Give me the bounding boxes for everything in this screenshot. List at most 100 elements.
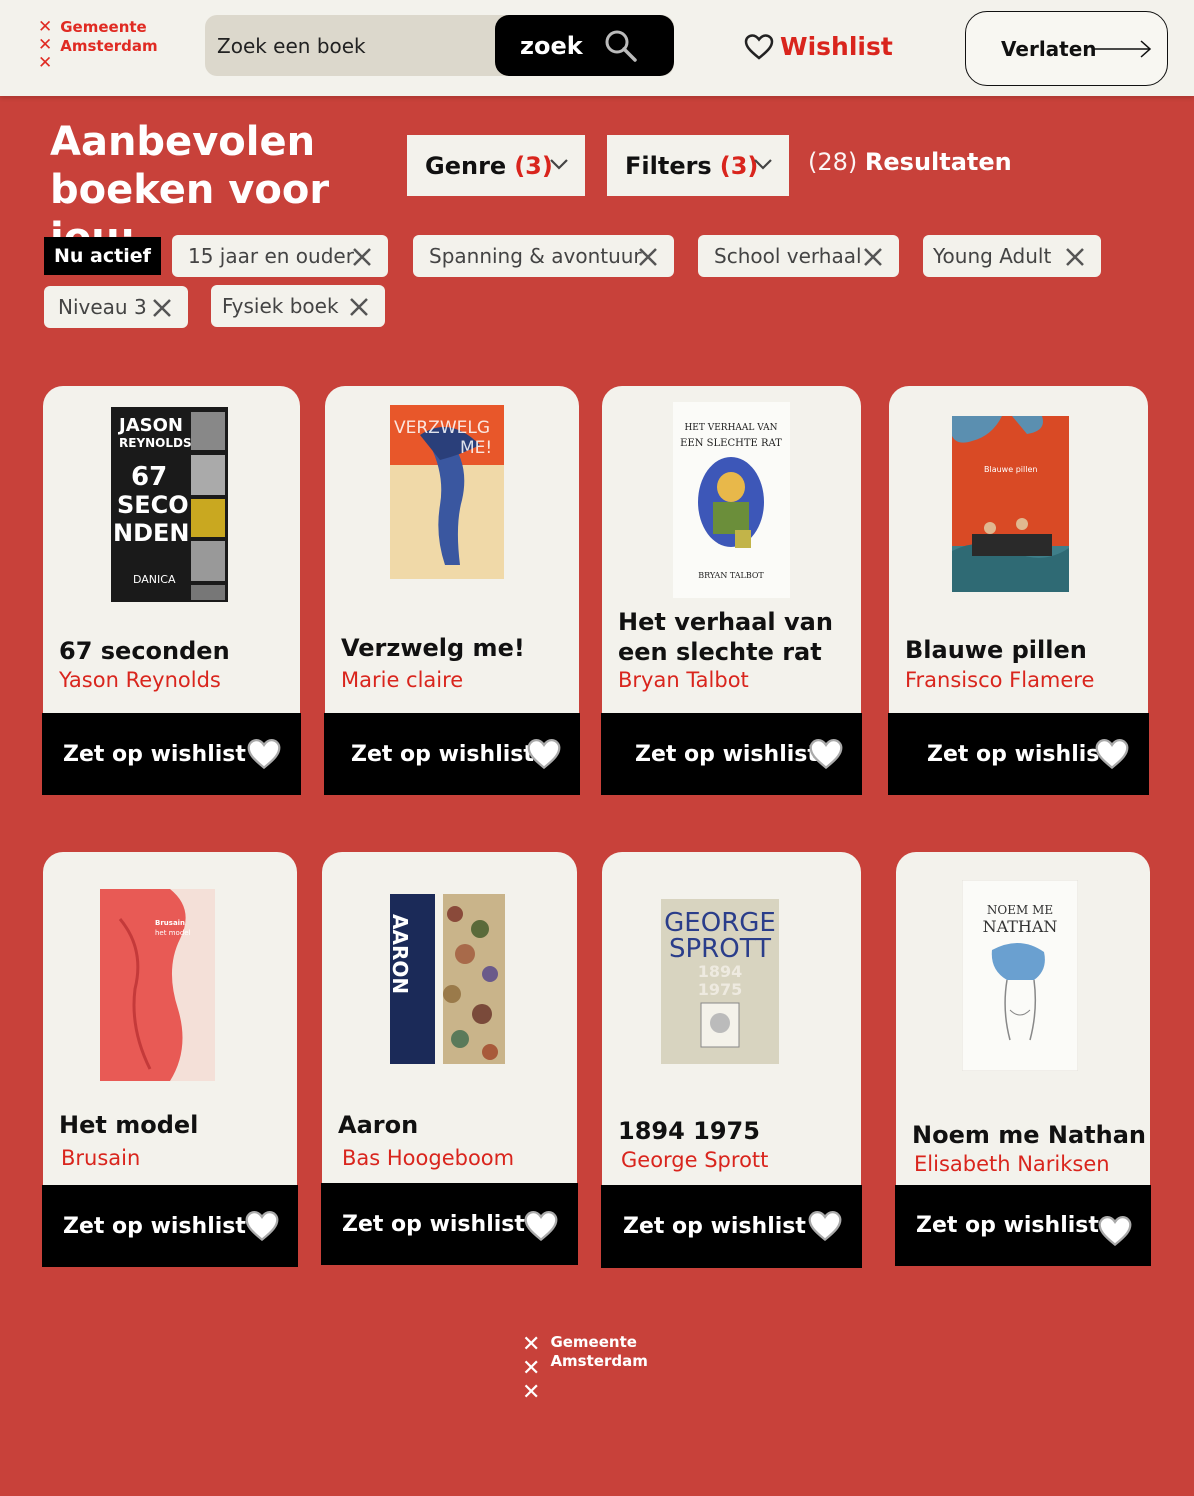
filter-chip[interactable]: School verhaal (698, 235, 899, 277)
gemeente-amsterdam-logo[interactable]: ✕ ✕ ✕ Gemeente Amsterdam (38, 18, 158, 72)
cover-text: JASON (117, 415, 183, 436)
cover-text: Brusain (155, 919, 185, 927)
book-author: Brusain (61, 1146, 141, 1170)
book-card[interactable]: Brusain het model Het model Brusain (43, 852, 297, 1185)
footer-logo-line1: Gemeente (550, 1333, 637, 1351)
results-number: (28) (808, 148, 858, 176)
book-cover-image: Blauwe pillen (952, 416, 1069, 592)
book-cover-image: Brusain het model (100, 889, 215, 1081)
search-button-label: zoek (520, 31, 583, 60)
book-author: Bas Hoogeboom (342, 1146, 515, 1170)
filter-chip[interactable]: 15 jaar en ouder (172, 235, 388, 277)
leave-button-label: Verlaten (1001, 36, 1097, 61)
header: ✕✕✕ Gemeente Amsterdam zoek Wishlist Ver… (0, 0, 1194, 96)
filter-chip[interactable]: Niveau 3 (44, 286, 188, 328)
close-icon[interactable] (349, 297, 369, 317)
book-card[interactable]: GEORGE SPROTT 1894 1975 1894 1975 George… (602, 852, 861, 1185)
close-icon[interactable] (863, 247, 883, 267)
genre-dropdown-label: Genre (425, 151, 507, 180)
cover-text: VERZWELG (394, 418, 490, 438)
book-cover-image: GEORGE SPROTT 1894 1975 (661, 899, 779, 1064)
book-author: Yason Reynolds (59, 668, 221, 692)
cover-text: het model (155, 929, 191, 937)
cover-text: SECO (117, 491, 189, 519)
cover-text: DANICA (133, 573, 176, 586)
genre-dropdown[interactable]: Genre (3) (407, 135, 585, 196)
book-title: 1894 1975 (618, 1117, 760, 1145)
book-cover-image: NOEM ME NATHAN (962, 880, 1078, 1071)
book-cover-image: VERZWELG ME! (390, 405, 504, 579)
cover-text: SPROTT (669, 934, 771, 964)
close-icon[interactable] (152, 298, 172, 318)
filters-dropdown-label: Filters (625, 151, 712, 180)
genre-count: (3) (514, 151, 553, 180)
book-card[interactable]: JASON REYNOLDS 67 SECO NDEN DANICA 67 se… (43, 386, 300, 713)
cover-text: 67 (131, 462, 167, 492)
book-title: 67 seconden (59, 637, 230, 665)
wishlist-link[interactable]: Wishlist (744, 32, 893, 61)
book-card[interactable]: HET VERHAAL VAN EEN SLECHTE RAT BRYAN TA… (602, 386, 861, 713)
book-card[interactable]: NOEM ME NATHAN Noem me Nathan Elisabeth … (896, 852, 1150, 1185)
footer-logo-line2: Amsterdam (550, 1352, 648, 1370)
chevron-down-icon (754, 159, 772, 170)
book-title: Noem me Nathan (912, 1121, 1146, 1149)
cover-text: HET VERHAAL VAN (684, 423, 777, 433)
add-to-wishlist-button[interactable]: Zet op wishlist (324, 713, 580, 795)
cover-text: ME! (460, 438, 492, 458)
filter-chip[interactable]: Young Adult (923, 235, 1101, 277)
heart-icon (247, 739, 281, 770)
leave-button[interactable]: Verlaten (965, 11, 1168, 86)
cover-text: BRYAN TALBOT (698, 571, 764, 580)
book-title: Blauwe pillen (905, 636, 1087, 664)
filters-dropdown[interactable]: Filters (3) (607, 135, 789, 196)
close-icon[interactable] (638, 247, 658, 267)
search-input[interactable] (217, 27, 487, 65)
heart-icon (808, 1211, 842, 1242)
heart-outline-icon (744, 33, 774, 60)
close-icon[interactable] (352, 247, 372, 267)
heart-icon (527, 739, 561, 770)
cover-text: NATHAN (983, 917, 1058, 936)
add-to-wishlist-button[interactable]: Zet op wishlist (42, 713, 301, 795)
add-to-wishlist-button[interactable]: Zet op wishlist (42, 1185, 298, 1267)
heart-icon (245, 1211, 279, 1242)
filter-chip[interactable]: Fysiek boek (211, 285, 385, 327)
cover-text: 1894 (698, 962, 743, 981)
cover-text: 1975 (698, 980, 743, 999)
results-count: (28) Resultaten (808, 148, 1012, 176)
search-icon (605, 30, 637, 62)
book-title: Het verhaal van een slechte rat (618, 608, 833, 666)
add-to-wishlist-button[interactable]: Zet op wishlist (601, 1185, 862, 1268)
active-filters-label: Nu actief (44, 237, 161, 275)
wishlist-label: Wishlist (780, 32, 893, 61)
book-card[interactable]: Blauwe pillen Blauwe pillen Fransisco Fl… (889, 386, 1148, 713)
book-card[interactable]: AARON Aaron Bas Hoogeboom (322, 852, 577, 1183)
add-to-wishlist-button[interactable]: Zet op wishlist (321, 1183, 578, 1265)
add-to-wishlist-button[interactable]: Zet op wishlist (895, 1185, 1151, 1266)
arrow-right-icon (1093, 40, 1152, 58)
cover-text: AARON (390, 914, 412, 994)
logo-text-line1: Gemeente (60, 18, 147, 36)
book-author: George Sprott (621, 1148, 769, 1172)
search-button[interactable]: zoek (495, 15, 674, 76)
heart-icon (809, 739, 843, 770)
filter-chip[interactable]: Spanning & avontuur (413, 235, 674, 277)
close-icon[interactable] (1065, 247, 1085, 267)
book-author: Elisabeth Nariksen (914, 1152, 1110, 1176)
add-to-wishlist-button[interactable]: Zet op wishlist (888, 713, 1149, 795)
cover-text: EEN SLECHTE RAT (680, 438, 782, 449)
results-label: Resultaten (864, 148, 1012, 176)
heart-icon (1098, 1216, 1132, 1247)
book-cover-image: HET VERHAAL VAN EEN SLECHTE RAT BRYAN TA… (673, 402, 790, 598)
cover-text: NDEN (113, 519, 190, 547)
chevron-down-icon (550, 159, 568, 170)
book-card[interactable]: VERZWELG ME! Verzwelg me! Marie claire (325, 386, 579, 713)
book-cover-image: AARON (390, 894, 505, 1064)
cover-text: Blauwe pillen (984, 465, 1037, 474)
footer-logo: ✕ ✕ ✕ Gemeente Amsterdam (522, 1333, 648, 1405)
heart-icon (1095, 739, 1129, 770)
add-to-wishlist-button[interactable]: Zet op wishlist (601, 713, 862, 795)
cover-text: REYNOLDS (119, 436, 192, 450)
search-bar: zoek (205, 15, 674, 76)
logo-text-line2: Amsterdam (60, 37, 158, 55)
